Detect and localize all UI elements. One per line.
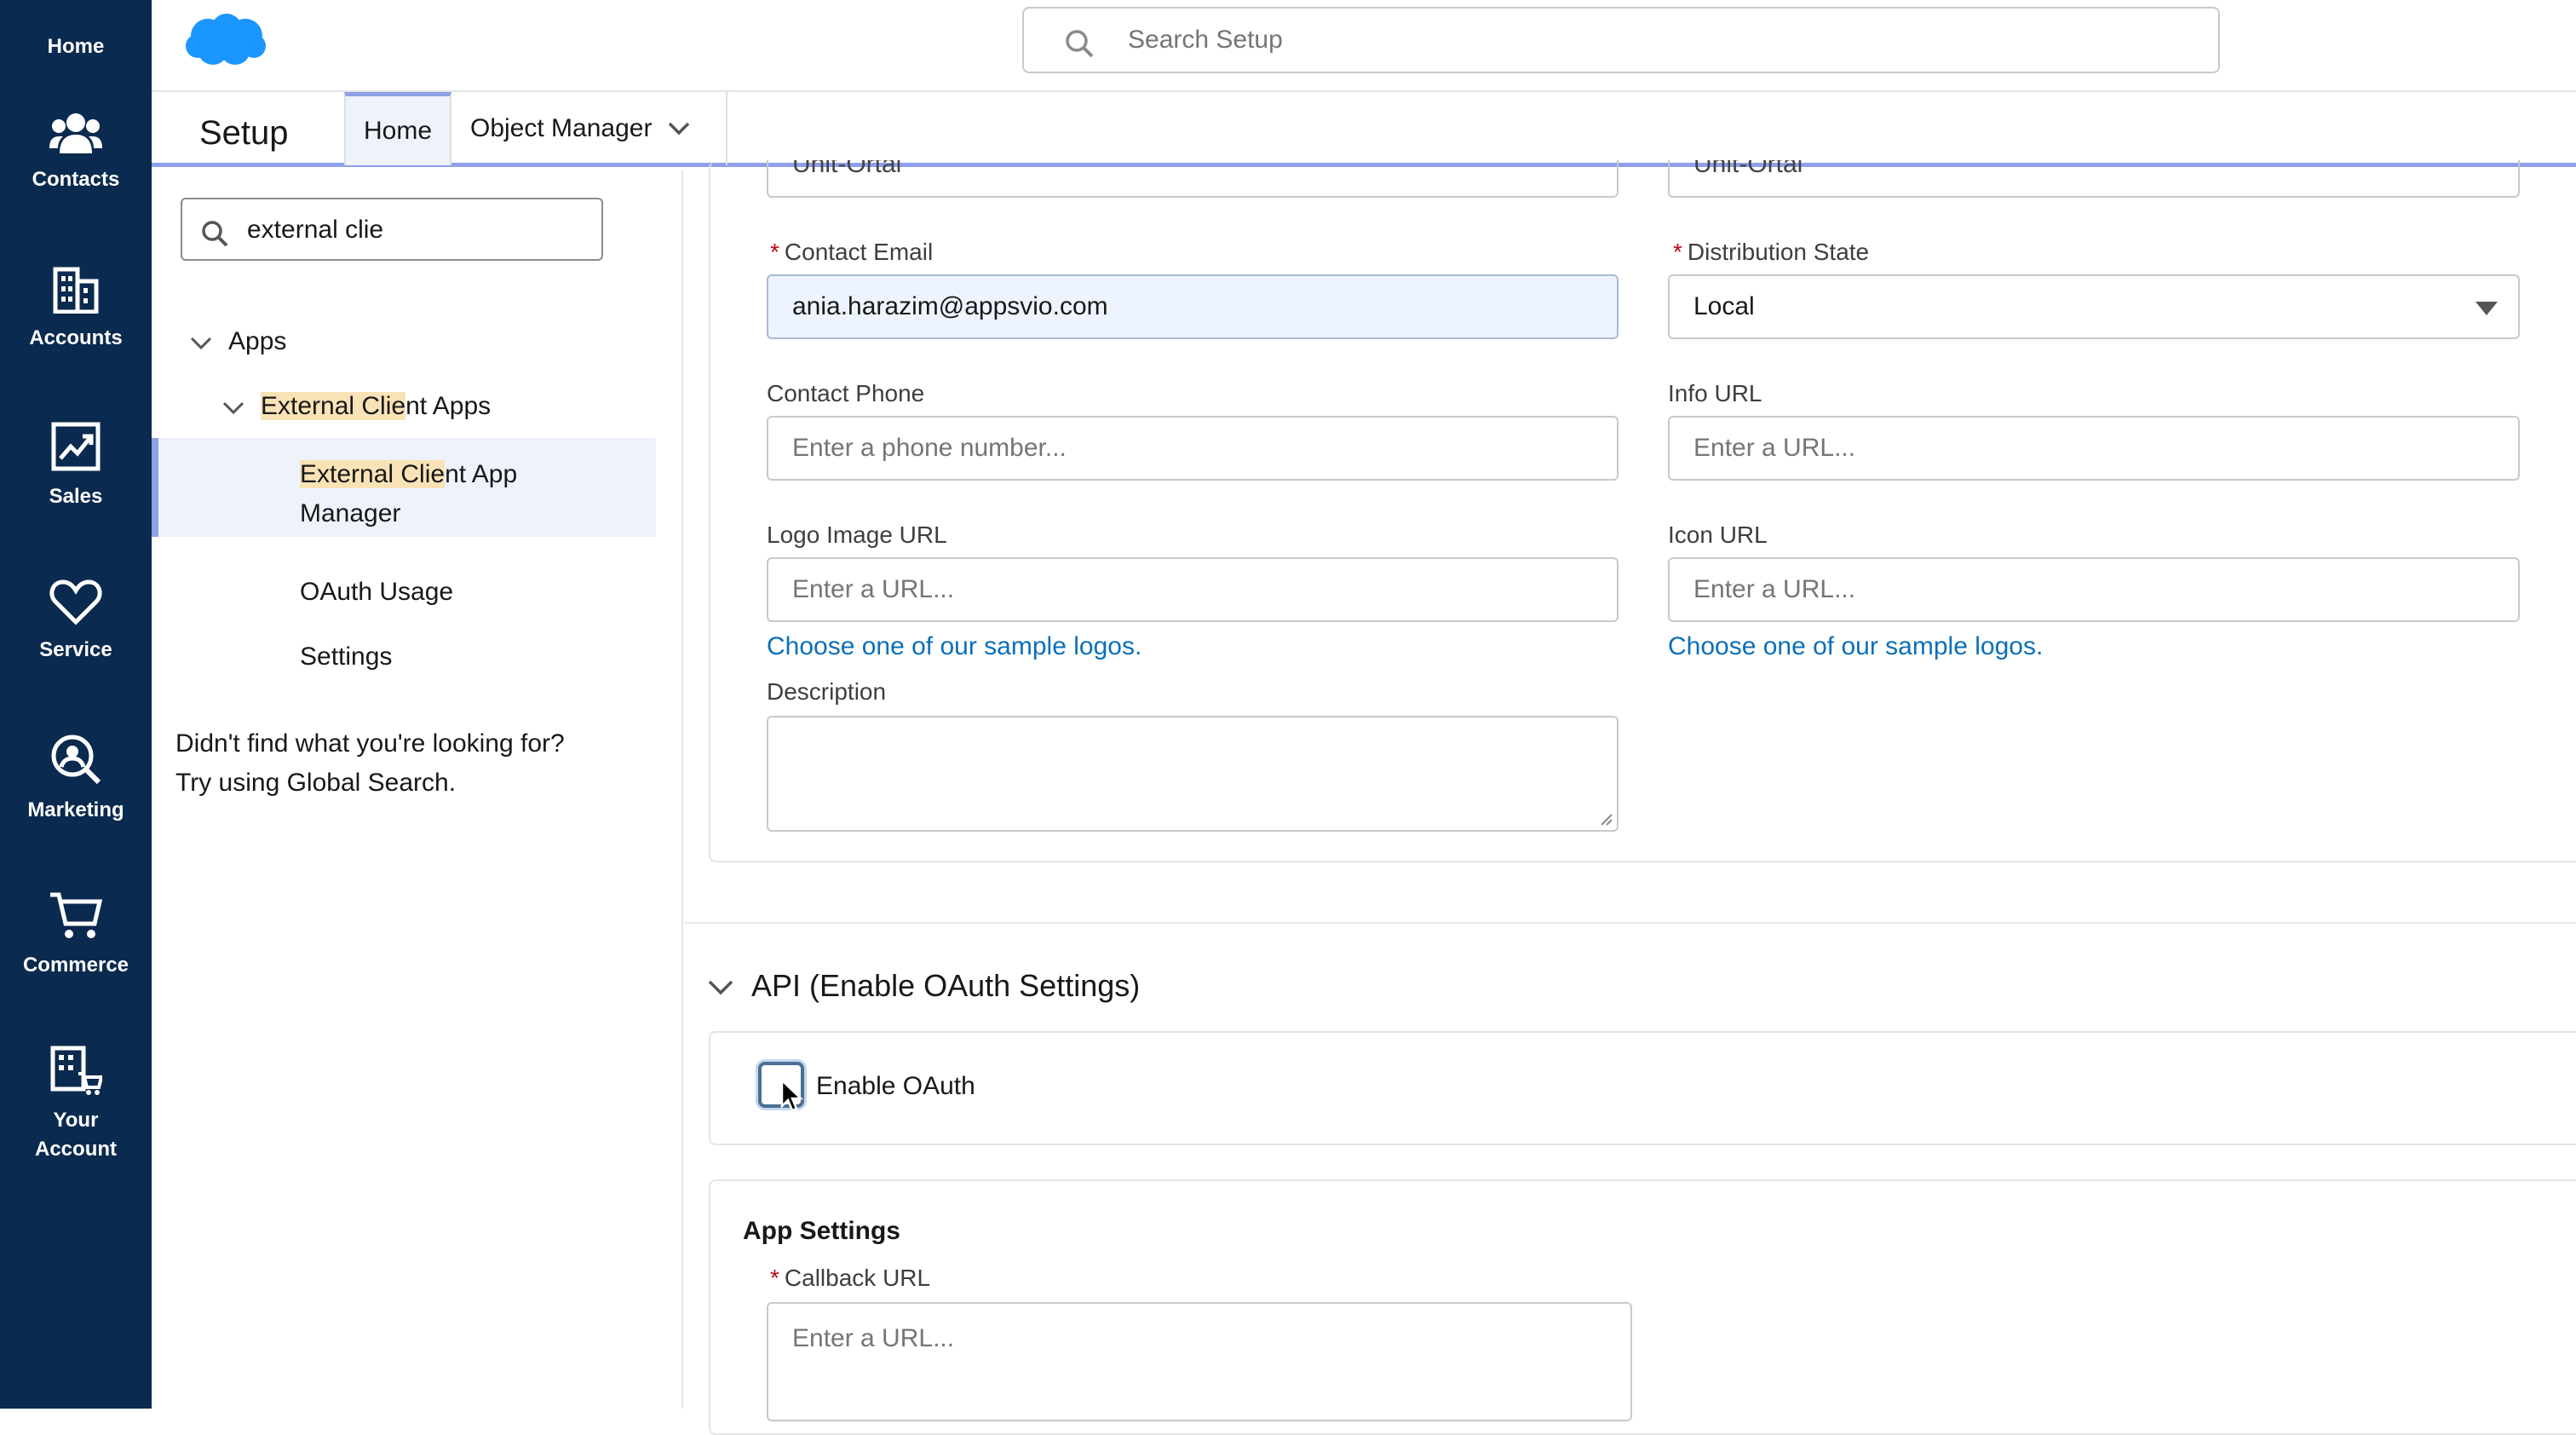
nav-your-account-label: Your <box>53 1109 99 1132</box>
info-url-input[interactable] <box>1668 416 2520 481</box>
tree-item-label-line2: Manager <box>300 499 401 527</box>
tab-home-label: Home <box>363 116 433 145</box>
search-icon <box>1066 30 1094 58</box>
search-setup-input[interactable] <box>1126 17 2199 63</box>
setup-header-bar: Setup Home Object Manager <box>152 90 2576 167</box>
quick-find[interactable] <box>181 198 603 261</box>
icon-url-input[interactable] <box>1668 557 2520 622</box>
tab-object-manager-label: Object Manager <box>470 114 653 142</box>
nav-contacts[interactable]: Contacts <box>0 109 152 194</box>
caret-down-icon <box>2475 302 2498 315</box>
tree-item-settings[interactable]: Settings <box>300 643 392 671</box>
salesforce-logo-icon[interactable] <box>182 10 267 70</box>
nav-accounts-label: Accounts <box>29 326 123 349</box>
resize-handle-icon[interactable] <box>1598 811 1613 827</box>
tree-item-label-rest: nt Apps <box>405 392 492 420</box>
tab-object-manager[interactable]: Object Manager <box>453 92 727 165</box>
description-label: Description <box>767 678 887 705</box>
logo-image-url-label: Logo Image URL <box>767 522 947 548</box>
heart-icon <box>49 579 102 625</box>
contact-email-label: * Contact Email <box>770 239 933 266</box>
contact-phone-label: Contact Phone <box>767 380 925 406</box>
nav-marketing[interactable]: Marketing <box>0 733 152 825</box>
setup-sidebar: Apps External Client Apps External Clien… <box>152 170 683 1409</box>
app-settings-title: App Settings <box>743 1217 900 1245</box>
nav-home-label: Home <box>47 35 105 58</box>
partial-field-right-value: Unit-Ortal <box>1693 160 1803 178</box>
contact-email-input[interactable] <box>767 274 1619 339</box>
tree-item-external-client-app-manager-text[interactable]: External Client App Manager <box>300 455 517 533</box>
app-navigation: Home Contacts Accounts Sales Service Mar… <box>0 0 152 1409</box>
contacts-icon <box>49 113 102 153</box>
distribution-state-value: Local <box>1693 292 1755 320</box>
tree-item-apps[interactable]: Apps <box>189 327 286 356</box>
search-highlight: External Clie <box>261 392 406 420</box>
tree-item-settings-label: Settings <box>300 643 393 671</box>
nav-your-account-label-2: Account <box>35 1138 117 1161</box>
tree-item-oauth-usage-label: OAuth Usage <box>300 578 454 606</box>
distribution-state-select[interactable]: Local <box>1668 274 2520 339</box>
sample-logos-link-right[interactable]: Choose one of our sample logos. <box>1668 632 2043 661</box>
api-section-toggle[interactable]: API (Enable OAuth Settings) <box>707 968 1140 1004</box>
tree-item-label-rest: nt App <box>445 460 518 488</box>
marketing-icon <box>51 735 101 785</box>
partial-field-left-value: Unit-Ortal <box>792 160 902 178</box>
info-url-label: Info URL <box>1668 380 1762 406</box>
setup-title: Setup <box>199 114 289 152</box>
callback-url-label: * Callback URL <box>770 1265 930 1292</box>
quick-find-input[interactable] <box>245 210 586 251</box>
sample-logos-link-left[interactable]: Choose one of our sample logos. <box>767 632 1141 661</box>
description-textarea[interactable] <box>767 716 1619 832</box>
chevron-down-icon[interactable] <box>667 121 691 136</box>
tree-item-oauth-usage[interactable]: OAuth Usage <box>300 578 453 607</box>
chevron-down-icon[interactable] <box>221 401 245 416</box>
contact-phone-input[interactable] <box>767 416 1619 481</box>
enable-oauth-label: Enable OAuth <box>816 1072 975 1100</box>
required-marker: * <box>770 1265 779 1291</box>
callback-url-input[interactable] <box>767 1302 1632 1421</box>
required-marker: * <box>1673 239 1682 265</box>
sales-icon <box>51 422 101 471</box>
chevron-down-icon[interactable] <box>707 979 734 996</box>
distribution-state-label: * Distribution State <box>1673 239 1869 266</box>
your-account-icon <box>50 1046 102 1095</box>
tree-item-apps-label: Apps <box>228 327 287 355</box>
nav-sales-label: Sales <box>49 485 103 508</box>
partial-field-left[interactable]: Unit-Ortal <box>767 160 1619 198</box>
global-search[interactable] <box>1022 7 2220 73</box>
nav-home[interactable]: Home <box>0 32 152 61</box>
oauth-card <box>709 1031 2576 1145</box>
section-divider <box>685 922 2576 924</box>
not-found-message: Didn't find what you're looking for? Try… <box>175 724 653 803</box>
chevron-down-icon[interactable] <box>189 336 213 351</box>
nav-service[interactable]: Service <box>0 578 152 665</box>
api-section-title: API (Enable OAuth Settings) <box>751 968 1141 1003</box>
distribution-state-label-text: Distribution State <box>1687 239 1870 265</box>
tab-home[interactable]: Home <box>344 92 451 165</box>
contact-email-label-text: Contact Email <box>784 239 934 265</box>
search-icon <box>202 221 228 247</box>
partial-field-right[interactable]: Unit-Ortal <box>1668 160 2520 198</box>
nav-your-account[interactable]: Your Account <box>0 1045 152 1164</box>
callback-url-label-text: Callback URL <box>784 1265 931 1291</box>
nav-commerce[interactable]: Commerce <box>0 890 152 980</box>
search-highlight: External Clie <box>300 460 446 488</box>
tree-item-external-client-apps[interactable]: External Client Apps <box>221 392 491 421</box>
cart-icon <box>50 892 103 938</box>
nav-marketing-label: Marketing <box>27 798 124 821</box>
logo-image-url-input[interactable] <box>767 557 1619 622</box>
nav-service-label: Service <box>39 638 112 661</box>
not-found-line-1: Didn't find what you're looking for? <box>175 729 565 758</box>
main-content: Unit-Ortal Unit-Ortal *Contact Email *Di… <box>685 160 2576 1435</box>
required-marker: * <box>770 239 779 265</box>
not-found-line-2: Try using Global Search. <box>175 769 457 797</box>
nav-contacts-label: Contacts <box>32 168 120 191</box>
nav-accounts[interactable]: Accounts <box>0 266 152 353</box>
nav-sales[interactable]: Sales <box>0 421 152 511</box>
mouse-cursor-icon <box>780 1079 804 1112</box>
accounts-icon <box>53 267 99 314</box>
icon-url-label: Icon URL <box>1668 522 1768 548</box>
nav-commerce-label: Commerce <box>22 954 129 977</box>
